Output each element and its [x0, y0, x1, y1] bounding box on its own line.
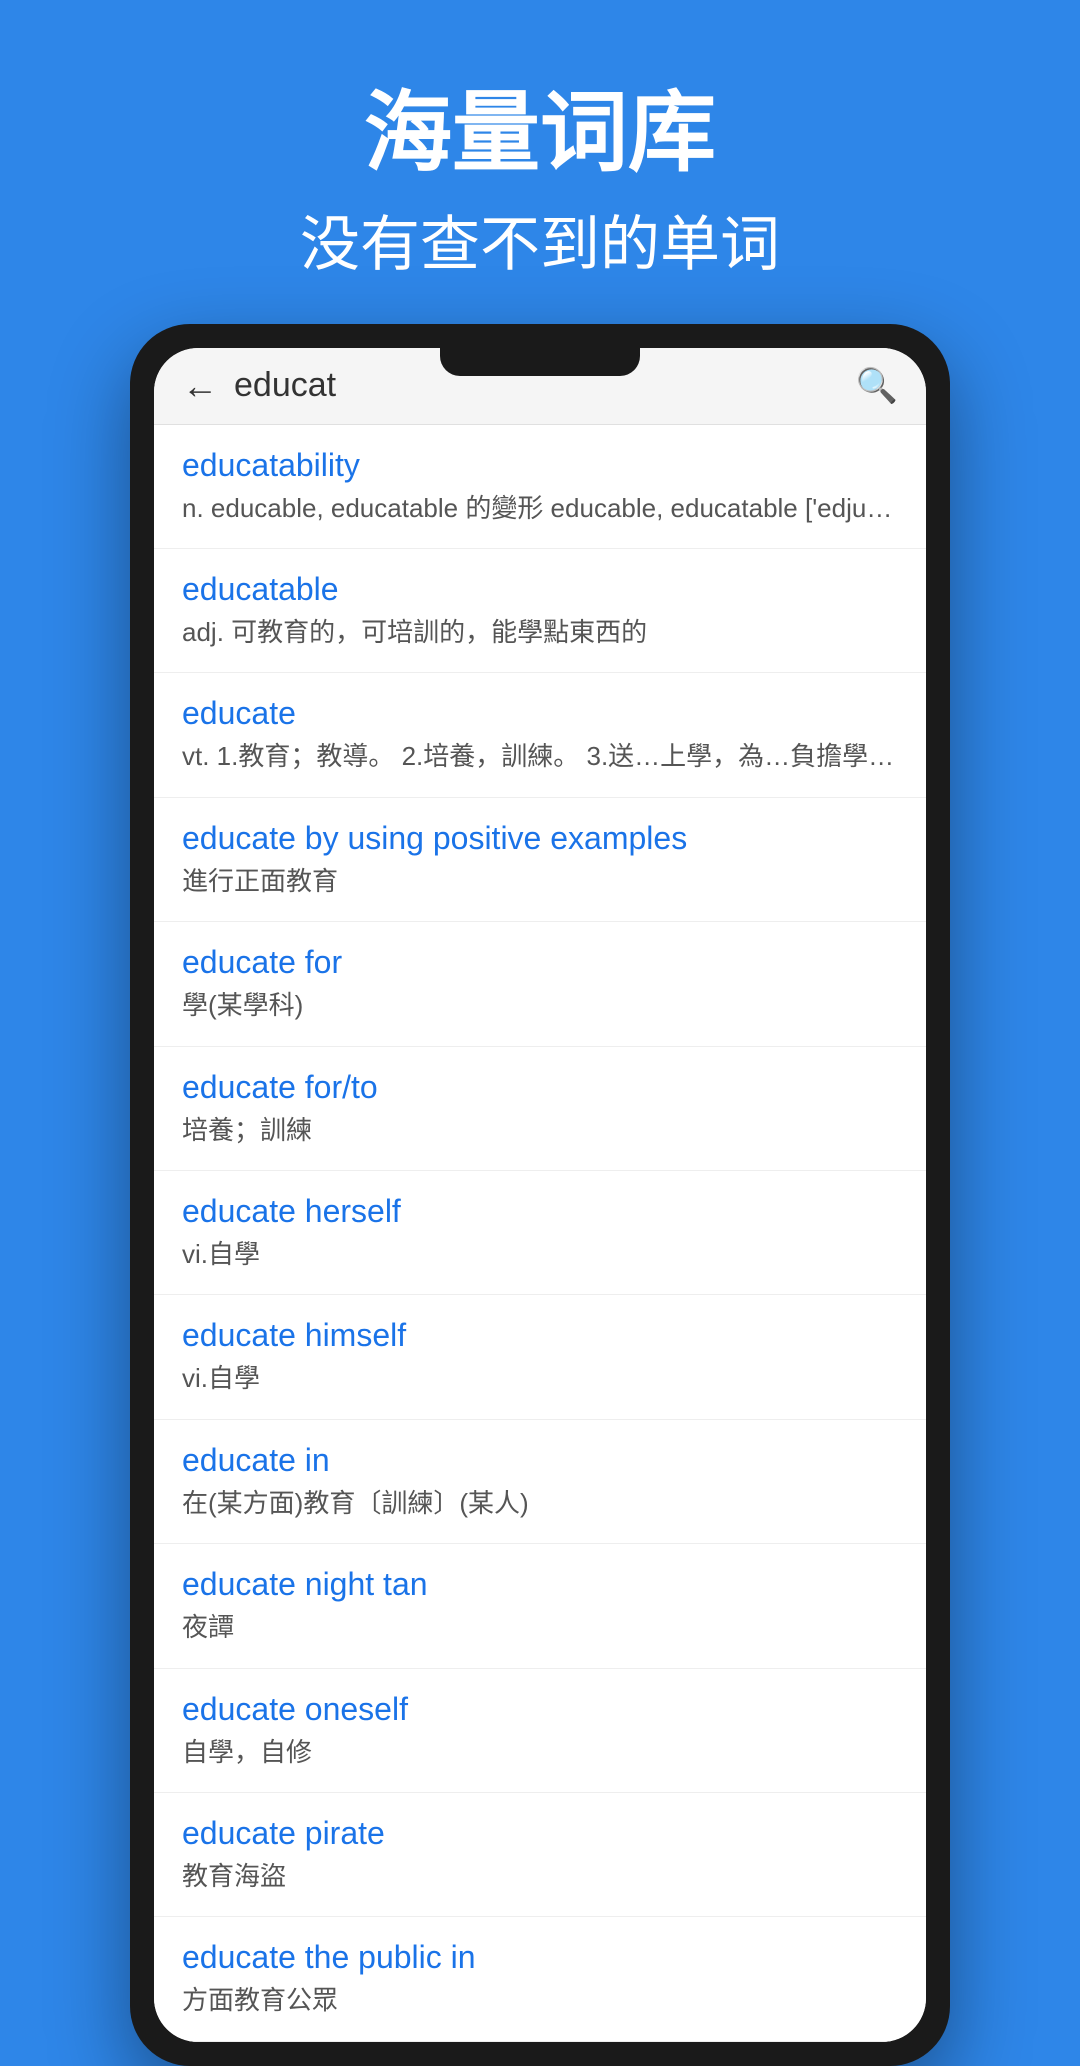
result-term: educate night tan	[182, 1566, 898, 1603]
result-term: educate pirate	[182, 1815, 898, 1852]
list-item[interactable]: educatability n. educable, educatable 的變形…	[154, 425, 926, 549]
result-term: educate in	[182, 1442, 898, 1479]
result-term: educate for	[182, 944, 898, 981]
back-button[interactable]: ←	[182, 368, 218, 404]
list-item[interactable]: educate vt. 1.教育；教導。 2.培養，訓練。 3.送…上學，為…負擔…	[154, 673, 926, 797]
result-definition: 自學，自修	[182, 1734, 898, 1770]
result-term: educate for/to	[182, 1069, 898, 1106]
result-term: educate herself	[182, 1193, 898, 1230]
result-definition: vi.自學	[182, 1360, 898, 1396]
list-item[interactable]: educate pirate 教育海盜	[154, 1793, 926, 1917]
list-item[interactable]: educate in 在(某方面)教育〔訓練〕(某人)	[154, 1420, 926, 1544]
list-item[interactable]: educatable adj. 可教育的，可培訓的，能學點東西的	[154, 549, 926, 673]
result-definition: n. educable, educatable 的變形 educable, ed…	[182, 490, 898, 526]
result-definition: 方面教育公眾	[182, 1982, 898, 2018]
result-definition: adj. 可教育的，可培訓的，能學點東西的	[182, 614, 898, 650]
result-definition: 學(某學科)	[182, 987, 898, 1023]
list-item[interactable]: educate oneself 自學，自修	[154, 1669, 926, 1793]
list-item[interactable]: educate himself vi.自學	[154, 1295, 926, 1419]
result-term: educate by using positive examples	[182, 820, 898, 857]
result-definition: 在(某方面)教育〔訓練〕(某人)	[182, 1485, 898, 1521]
list-item[interactable]: educate for 學(某學科)	[154, 922, 926, 1046]
list-item[interactable]: educate the public in 方面教育公眾	[154, 1917, 926, 2041]
list-item[interactable]: educate herself vi.自學	[154, 1171, 926, 1295]
phone-screen: ← 🔍 educatability n. educable, educatable…	[154, 348, 926, 2042]
phone-device: ← 🔍 educatability n. educable, educatable…	[130, 324, 950, 2066]
result-term: educatability	[182, 447, 898, 484]
header-subtitle: 没有查不到的单词	[40, 206, 1040, 284]
result-definition: 教育海盜	[182, 1858, 898, 1894]
result-definition: 進行正面教育	[182, 863, 898, 899]
list-item[interactable]: educate night tan 夜譚	[154, 1544, 926, 1668]
result-term: educate the public in	[182, 1939, 898, 1976]
result-term: educate oneself	[182, 1691, 898, 1728]
results-list: educatability n. educable, educatable 的變形…	[154, 425, 926, 2042]
search-icon[interactable]: 🔍	[856, 366, 898, 406]
header: 海量词库 没有查不到的单词	[0, 0, 1080, 324]
result-definition: vt. 1.教育；教導。 2.培養，訓練。 3.送…上學，為…負擔學費。 n..…	[182, 738, 898, 774]
result-term: educate	[182, 695, 898, 732]
phone-notch	[440, 348, 640, 376]
header-title: 海量词库	[40, 80, 1040, 186]
result-definition: 夜譚	[182, 1609, 898, 1645]
result-term: educate himself	[182, 1317, 898, 1354]
list-item[interactable]: educate for/to 培養；訓練	[154, 1047, 926, 1171]
result-definition: 培養；訓練	[182, 1112, 898, 1148]
list-item[interactable]: educate by using positive examples 進行正面教育	[154, 798, 926, 922]
result-definition: vi.自學	[182, 1236, 898, 1272]
result-term: educatable	[182, 571, 898, 608]
